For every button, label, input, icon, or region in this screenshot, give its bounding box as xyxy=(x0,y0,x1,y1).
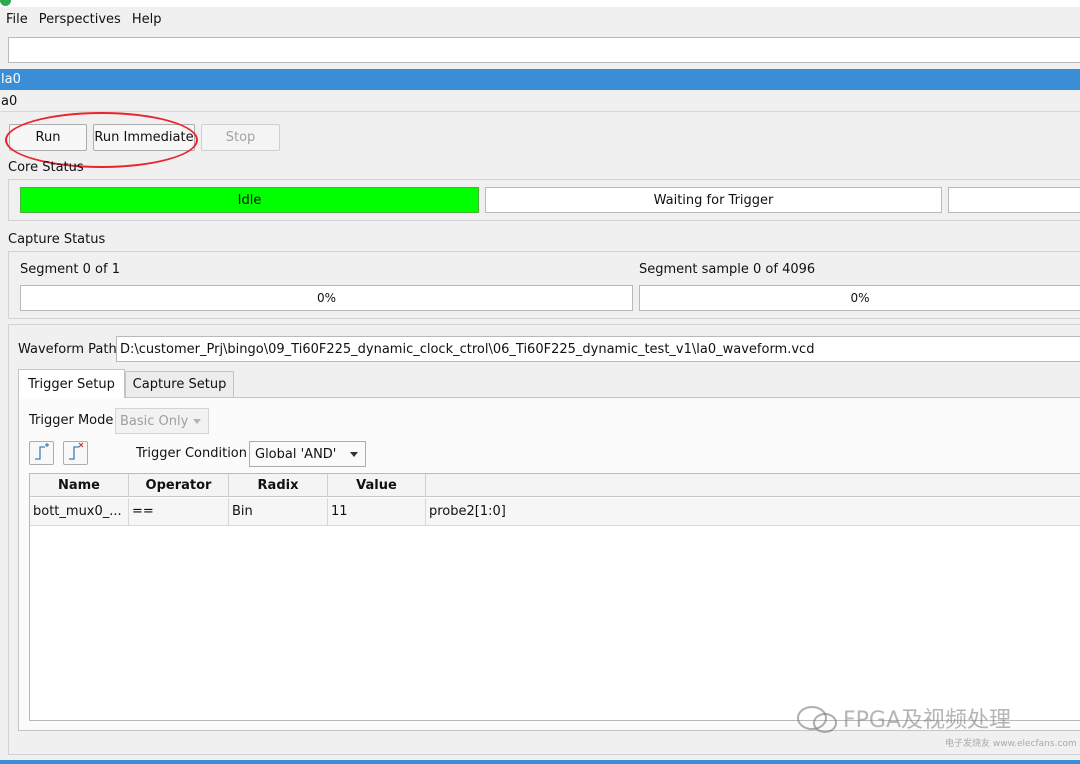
column-header-name[interactable]: Name xyxy=(30,474,129,497)
title-bar xyxy=(0,0,1080,7)
trigger-table: Name Operator Radix Value bott_mux0_... … xyxy=(29,473,1080,721)
tab-capture-setup[interactable]: Capture Setup xyxy=(125,371,234,397)
menu-bar: File Perspectives Help xyxy=(0,7,1080,31)
active-tab-joint xyxy=(19,396,124,398)
trigger-mode-select[interactable]: Basic Only xyxy=(115,408,209,434)
remove-trigger-button[interactable] xyxy=(63,441,88,465)
tree-item-label: la0 xyxy=(1,72,21,87)
stop-button[interactable]: Stop xyxy=(201,124,280,151)
menu-help[interactable]: Help xyxy=(132,12,162,27)
watermark-text: FPGA及视频处理 xyxy=(843,708,1012,733)
watermark-site-text: 电子发烧友 www.elecfans.com xyxy=(945,739,1077,749)
trigger-condition-label: Trigger Condition xyxy=(136,446,248,461)
cell-probe[interactable]: probe2[1:0] xyxy=(426,498,1080,526)
cell-name[interactable]: bott_mux0_... xyxy=(30,498,129,526)
tree-item-label: a0 xyxy=(1,93,18,109)
status-waiting-for-trigger: Waiting for Trigger xyxy=(485,187,942,213)
menu-perspectives[interactable]: Perspectives xyxy=(39,12,121,27)
sample-label: Segment sample 0 of 4096 xyxy=(639,262,816,277)
status-extra xyxy=(948,187,1080,213)
chevron-down-icon xyxy=(350,452,358,457)
status-bar xyxy=(0,760,1080,764)
sample-progress-text: 0% xyxy=(850,291,870,305)
trigger-condition-select[interactable]: Global 'AND' xyxy=(249,441,366,467)
trigger-condition-value: Global 'AND' xyxy=(255,446,337,462)
sample-progress-bar: 0% xyxy=(639,285,1080,311)
column-header-probe xyxy=(426,474,1080,497)
add-probe-icon xyxy=(35,443,49,460)
add-trigger-button[interactable] xyxy=(29,441,54,465)
cell-value[interactable]: 11 xyxy=(328,498,426,526)
column-header-operator[interactable]: Operator xyxy=(129,474,229,497)
segment-progress-text: 0% xyxy=(316,291,337,305)
watermark: FPGA及视频处理 电子发烧友 www.elecfans.com xyxy=(795,700,1077,760)
column-header-value[interactable]: Value xyxy=(328,474,426,497)
remove-probe-icon xyxy=(69,442,84,460)
waveform-path-input[interactable]: D:\customer_Prj\bingo\09_Ti60F225_dynami… xyxy=(116,336,1080,362)
trigger-mode-value: Basic Only xyxy=(120,413,189,429)
wechat-logo-icon xyxy=(797,706,837,733)
segment-label: Segment 0 of 1 xyxy=(20,262,120,277)
tree-item-a0[interactable]: a0 xyxy=(0,91,1080,111)
status-idle: Idle xyxy=(20,187,479,213)
capture-status-label: Capture Status xyxy=(8,232,106,247)
toolbar-input[interactable] xyxy=(8,37,1080,63)
chevron-down-icon xyxy=(193,419,201,424)
segment-progress-bar: 0% xyxy=(20,285,633,311)
divider xyxy=(0,111,1080,112)
menu-file[interactable]: File xyxy=(6,12,28,27)
column-header-radix[interactable]: Radix xyxy=(229,474,328,497)
trigger-mode-label: Trigger Mode xyxy=(29,413,114,428)
core-status-label: Core Status xyxy=(8,160,84,175)
tab-trigger-setup[interactable]: Trigger Setup xyxy=(18,369,125,398)
waveform-path-label: Waveform Path xyxy=(18,342,117,357)
cell-operator[interactable]: == xyxy=(129,498,229,526)
tree-item-la0[interactable]: la0 xyxy=(0,69,1080,90)
cell-radix[interactable]: Bin xyxy=(229,498,328,526)
